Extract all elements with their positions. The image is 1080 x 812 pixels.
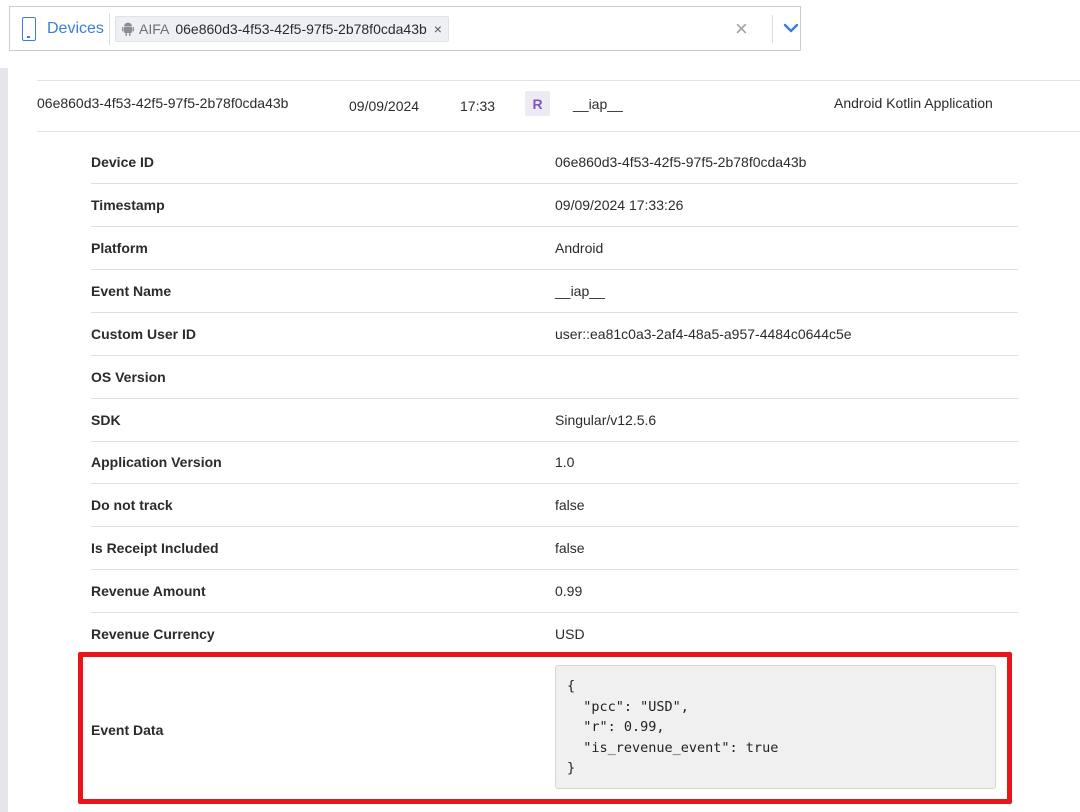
chip-device-id: 06e860d3-4f53-42f5-97f5-2b78f0cda43b [175,20,427,37]
detail-key: Revenue Currency [91,626,215,642]
detail-value: 1.0 [555,454,575,470]
detail-row-os-version: OS Version [91,356,1018,399]
detail-row-revenue-amount: Revenue Amount 0.99 [91,570,1018,613]
detail-key: Do not track [91,497,173,513]
detail-row-revenue-currency: Revenue Currency USD [91,613,1018,656]
detail-value: 0.99 [555,583,583,599]
row-divider [37,80,1080,81]
detail-key: Event Name [91,283,172,299]
detail-value: Singular/v12.5.6 [555,412,657,428]
detail-key: SDK [91,412,121,428]
detail-key: Custom User ID [91,326,197,342]
device-filter-bar[interactable]: Devices AIFA 06e860d3-4f53-42f5-97f5-2b7… [9,6,801,51]
detail-key: Revenue Amount [91,583,206,599]
detail-value: false [555,540,585,556]
detail-value: false [555,497,585,513]
detail-row-receipt-included: Is Receipt Included false [91,527,1018,570]
detail-value: USD [555,626,585,642]
detail-value: user::ea81c0a3-2af4-48a5-a957-4484c0644c… [555,326,852,342]
detail-key: Application Version [91,454,222,470]
detail-value: 09/09/2024 17:33:26 [555,197,684,213]
detail-key: Timestamp [91,197,165,213]
divider [772,15,773,43]
android-icon [122,22,134,36]
detail-value: Android [555,240,604,256]
detail-key: OS Version [91,369,166,385]
event-data-key: Event Data [91,722,164,738]
revenue-badge: R [525,91,550,116]
detail-value: __iap__ [555,283,605,299]
detail-key: Platform [91,240,148,256]
detail-row-device-id: Device ID 06e860d3-4f53-42f5-97f5-2b78f0… [91,141,1018,184]
detail-row-sdk: SDK Singular/v12.5.6 [91,399,1018,442]
divider [109,12,110,45]
detail-row-do-not-track: Do not track false [91,484,1018,527]
summary-device-id: 06e860d3-4f53-42f5-97f5-2b78f0cda43b [37,95,289,111]
chip-remove-icon[interactable]: × [434,21,442,37]
chip-id-type: AIFA [139,20,170,37]
summary-app-name: Android Kotlin Application [834,95,993,111]
detail-key: Device ID [91,154,155,170]
detail-row-platform: Platform Android [91,227,1018,270]
detail-row-event-name: Event Name __iap__ [91,270,1018,313]
detail-key: Is Receipt Included [91,540,219,556]
left-gutter [0,68,8,812]
mobile-device-icon [22,16,36,41]
detail-value: 06e860d3-4f53-42f5-97f5-2b78f0cda43b [555,154,807,170]
devices-label: Devices [47,19,104,37]
event-data-json: { "pcc": "USD", "r": 0.99, "is_revenue_e… [555,665,996,789]
device-filter-chip[interactable]: AIFA 06e860d3-4f53-42f5-97f5-2b78f0cda43… [115,15,449,42]
summary-event-name: __iap__ [573,96,623,112]
detail-row-application-version: Application Version 1.0 [91,441,1018,484]
summary-time: 17:33 [460,98,496,114]
chevron-down-icon[interactable] [780,16,802,40]
summary-date: 09/09/2024 [349,98,420,114]
detail-row-custom-user-id: Custom User ID user::ea81c0a3-2af4-48a5-… [91,313,1018,356]
detail-row-timestamp: Timestamp 09/09/2024 17:33:26 [91,184,1018,227]
row-divider [37,131,1080,132]
clear-filter-icon[interactable]: × [735,16,748,42]
